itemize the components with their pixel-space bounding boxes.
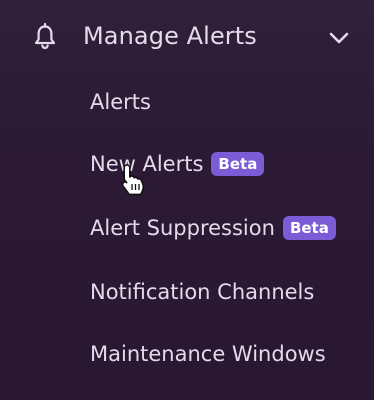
bell-icon <box>34 22 56 50</box>
chevron-down-icon[interactable] <box>325 28 353 48</box>
beta-badge: Beta <box>211 152 265 176</box>
submenu-item-alerts[interactable]: Alerts <box>90 82 151 122</box>
submenu-item-label: Maintenance Windows <box>90 342 326 366</box>
submenu-item-label: Notification Channels <box>90 280 315 304</box>
submenu-item-notification-channels[interactable]: Notification Channels <box>90 272 314 312</box>
manage-alerts-menu: Manage Alerts Alerts New Alerts Beta Ale… <box>0 0 374 400</box>
submenu-item-alert-suppression[interactable]: Alert Suppression Beta <box>90 208 336 248</box>
submenu-item-label: Alerts <box>90 90 151 114</box>
submenu-item-maintenance-windows[interactable]: Maintenance Windows <box>90 334 326 374</box>
beta-badge: Beta <box>282 216 336 240</box>
hand-pointer-icon <box>121 164 145 196</box>
manage-alerts-label: Manage Alerts <box>83 22 257 50</box>
submenu-item-new-alerts[interactable]: New Alerts Beta <box>90 144 265 184</box>
submenu-item-label: Alert Suppression <box>90 216 275 240</box>
manage-alerts-header[interactable]: Manage Alerts <box>0 0 374 76</box>
